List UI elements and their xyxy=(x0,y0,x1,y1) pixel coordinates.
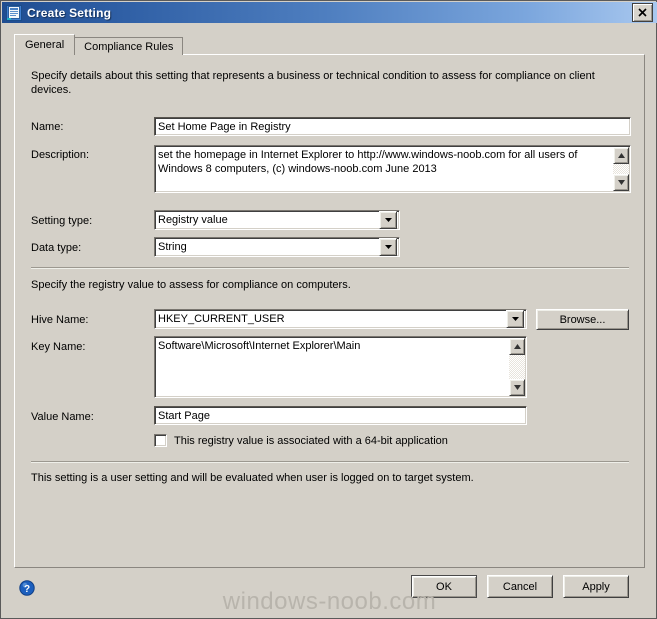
key-name-label: Key Name: xyxy=(31,341,86,353)
browse-button[interactable]: Browse... xyxy=(536,309,629,330)
description-value: set the homepage in Internet Explorer to… xyxy=(158,149,578,175)
tab-general[interactable]: General xyxy=(14,34,76,55)
apply-button[interactable]: Apply xyxy=(563,575,629,598)
key-name-scroll-down-icon[interactable] xyxy=(509,379,525,396)
create-setting-dialog: Create Setting General Compliance Rules … xyxy=(0,0,657,619)
key-name-scroll-track[interactable] xyxy=(509,355,525,379)
name-input[interactable]: Set Home Page in Registry xyxy=(154,117,631,136)
footer-note: This setting is a user setting and will … xyxy=(31,472,474,484)
cancel-button[interactable]: Cancel xyxy=(487,575,553,598)
key-name-value: Software\Microsoft\Internet Explorer\Mai… xyxy=(158,340,361,352)
help-question-icon[interactable]: ? xyxy=(19,580,35,596)
section-divider-top xyxy=(31,267,629,269)
svg-text:?: ? xyxy=(24,584,30,595)
data-type-combobox[interactable]: String xyxy=(154,237,400,257)
data-type-chevron-down-icon[interactable] xyxy=(379,238,397,256)
window-title: Create Setting xyxy=(27,5,112,20)
setting-type-label: Setting type: xyxy=(31,215,93,227)
is-64bit-label: This registry value is associated with a… xyxy=(174,434,448,447)
value-name-label: Value Name: xyxy=(31,411,94,423)
title-bar: Create Setting xyxy=(2,2,657,23)
name-label: Name: xyxy=(31,121,64,133)
hive-name-combobox[interactable]: HKEY_CURRENT_USER xyxy=(154,309,527,329)
description-scrollbar[interactable] xyxy=(613,147,629,191)
description-scroll-track[interactable] xyxy=(613,164,629,174)
watermark-text: windows-noob.com xyxy=(222,588,437,615)
setting-type-combobox[interactable]: Registry value xyxy=(154,210,400,230)
key-name-input[interactable]: Software\Microsoft\Internet Explorer\Mai… xyxy=(154,336,527,398)
description-input[interactable]: set the homepage in Internet Explorer to… xyxy=(154,145,631,193)
general-tab-panel: Specify details about this setting that … xyxy=(14,54,645,568)
tab-strip: General Compliance Rules xyxy=(14,34,184,55)
tab-compliance-rules-label: Compliance Rules xyxy=(84,41,174,53)
description-scroll-down-icon[interactable] xyxy=(613,174,629,191)
intro-text: Specify details about this setting that … xyxy=(31,70,595,96)
data-type-label: Data type: xyxy=(31,242,82,254)
close-icon[interactable] xyxy=(632,3,653,22)
section-divider-bottom xyxy=(31,461,629,463)
is-64bit-checkbox-row[interactable]: This registry value is associated with a… xyxy=(154,434,448,447)
key-name-scroll-up-icon[interactable] xyxy=(509,338,525,355)
description-label: Description: xyxy=(31,149,90,161)
tab-general-label: General xyxy=(25,39,65,51)
hive-name-chevron-down-icon[interactable] xyxy=(506,310,524,328)
value-name-input[interactable]: Start Page xyxy=(154,406,527,425)
description-scroll-up-icon[interactable] xyxy=(613,147,629,164)
key-name-scrollbar[interactable] xyxy=(509,338,525,396)
hive-name-value: HKEY_CURRENT_USER xyxy=(158,313,285,325)
setting-type-chevron-down-icon[interactable] xyxy=(379,211,397,229)
setting-type-value: Registry value xyxy=(158,214,228,226)
setting-document-icon xyxy=(6,4,22,21)
registry-section-text: Specify the registry value to assess for… xyxy=(31,279,351,291)
hive-name-label: Hive Name: xyxy=(31,314,89,326)
data-type-value: String xyxy=(158,241,187,253)
is-64bit-checkbox[interactable] xyxy=(154,434,167,447)
tab-compliance-rules[interactable]: Compliance Rules xyxy=(74,37,184,55)
ok-button[interactable]: OK xyxy=(411,575,477,598)
